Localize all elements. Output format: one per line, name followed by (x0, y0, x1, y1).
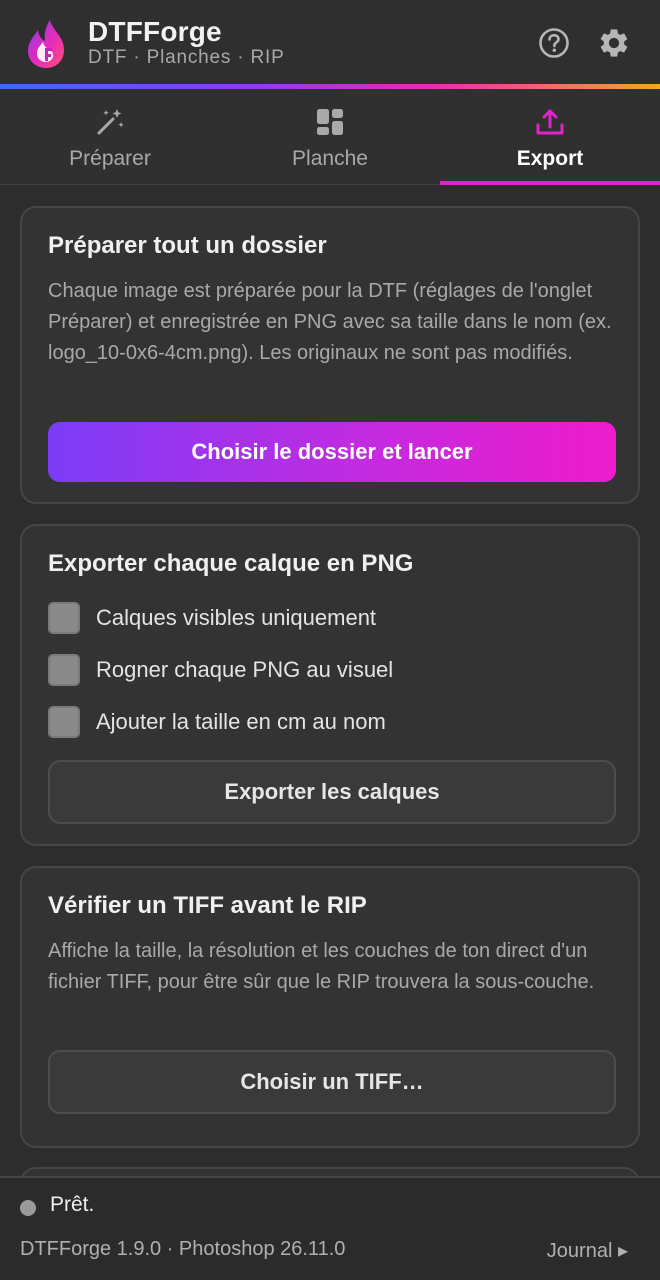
upload-icon (536, 109, 564, 135)
help-button[interactable] (537, 26, 571, 60)
settings-button[interactable] (597, 26, 631, 60)
status-footer: Prêt. DTFForge 1.9.0 · Photoshop 26.11.0… (0, 1176, 660, 1280)
visible-layers-checkbox[interactable] (48, 602, 80, 634)
tab-label: Export (516, 147, 584, 170)
tab-label: Préparer (69, 147, 151, 170)
tiff-check-card: Vérifier un TIFF avant le RIP Affiche la… (20, 866, 640, 1148)
checkbox-label: Calques visibles uniquement (96, 605, 377, 630)
export-layers-card: Exporter chaque calque en PNG Calques vi… (20, 524, 640, 846)
card-title: Préparer tout un dossier (48, 232, 327, 259)
card-description: Affiche la taille, la résolution et les … (48, 940, 595, 993)
export-layers-button[interactable]: Exporter les calques (48, 760, 616, 824)
tab-planche[interactable]: Planche (220, 89, 440, 184)
card-description: Chaque image est préparée pour la DTF (r… (48, 280, 612, 364)
app-header: DTFForge DTF · Planches · RIP (0, 0, 660, 86)
choose-folder-button[interactable]: Choisir le dossier et lancer (48, 422, 616, 482)
card-title: Exporter chaque calque en PNG (48, 550, 414, 577)
batch-folder-card: Préparer tout un dossier Chaque image es… (20, 206, 640, 504)
app-subtitle: DTF · Planches · RIP (88, 47, 285, 68)
choose-tiff-button[interactable]: Choisir un TIFF… (48, 1050, 616, 1114)
flame-logo-icon (28, 20, 64, 68)
tab-label: Planche (292, 147, 368, 170)
card-title: Vérifier un TIFF avant le RIP (48, 892, 367, 919)
version-text: DTFForge 1.9.0 · Photoshop 26.11.0 (20, 1238, 346, 1260)
tab-export[interactable]: Export (440, 89, 660, 185)
question-circle-icon (539, 28, 569, 58)
journal-link[interactable]: Journal ▸ (547, 1238, 628, 1263)
size-in-name-checkbox-row[interactable]: Ajouter la taille en cm au nom (48, 706, 386, 738)
layout-grid-icon (317, 109, 343, 135)
checkbox-label: Ajouter la taille en cm au nom (96, 709, 386, 734)
trim-png-checkbox-row[interactable]: Rogner chaque PNG au visuel (48, 654, 393, 686)
tab-preparer[interactable]: Préparer (0, 89, 220, 184)
gear-icon (600, 29, 628, 57)
size-in-name-checkbox[interactable] (48, 706, 80, 738)
magic-wand-icon (97, 109, 124, 135)
app-title: DTFForge (88, 16, 222, 47)
visible-layers-checkbox-row[interactable]: Calques visibles uniquement (48, 602, 376, 634)
status-text: Prêt. (50, 1193, 95, 1216)
trim-png-checkbox[interactable] (48, 654, 80, 686)
checkbox-label: Rogner chaque PNG au visuel (96, 657, 394, 682)
tab-bar: Préparer Planche Export (0, 89, 660, 185)
status-indicator (20, 1200, 36, 1216)
